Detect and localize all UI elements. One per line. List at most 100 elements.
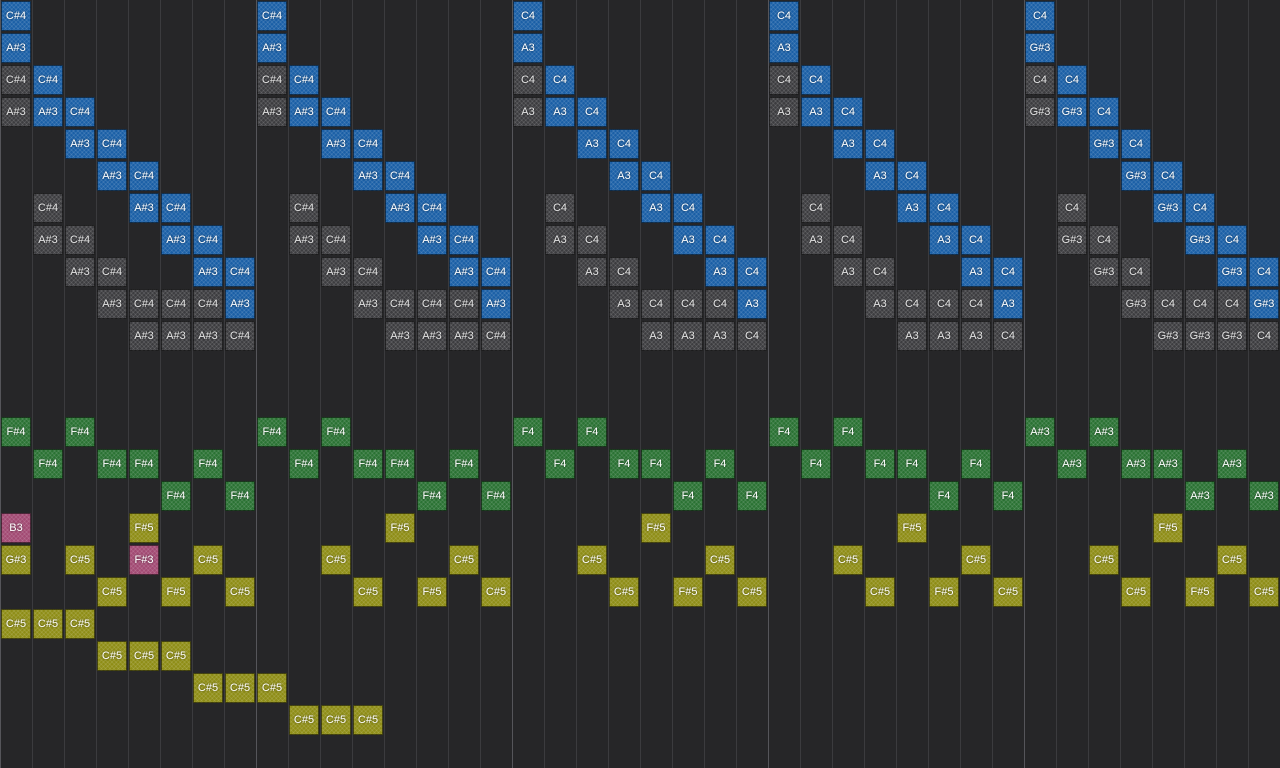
note-block[interactable]: C4	[961, 289, 991, 319]
note-block[interactable]: A#3	[65, 257, 95, 287]
note-block[interactable]: C4	[1185, 193, 1215, 223]
note-block[interactable]: F4	[673, 481, 703, 511]
note-block[interactable]: C#5	[737, 577, 767, 607]
note-block[interactable]: F4	[801, 449, 831, 479]
note-block[interactable]: F#4	[289, 449, 319, 479]
note-block[interactable]: C#5	[1089, 545, 1119, 575]
note-block[interactable]: C4	[897, 289, 927, 319]
note-block[interactable]: C#4	[225, 257, 255, 287]
note-block[interactable]: C#5	[225, 577, 255, 607]
note-block[interactable]: F#5	[929, 577, 959, 607]
note-block[interactable]: C#5	[97, 577, 127, 607]
note-block[interactable]: C4	[769, 1, 799, 31]
note-block[interactable]: F#5	[673, 577, 703, 607]
note-block[interactable]: F#5	[897, 513, 927, 543]
note-block[interactable]: C4	[609, 257, 639, 287]
note-block[interactable]: C#5	[577, 545, 607, 575]
note-block[interactable]: A3	[897, 321, 927, 351]
note-block[interactable]: F#5	[161, 577, 191, 607]
note-block[interactable]: G#3	[1121, 289, 1151, 319]
note-block[interactable]: F#4	[257, 417, 287, 447]
note-block[interactable]: F4	[609, 449, 639, 479]
note-block[interactable]: A3	[897, 193, 927, 223]
note-block[interactable]: A3	[577, 257, 607, 287]
note-block[interactable]: A3	[769, 97, 799, 127]
note-block[interactable]: C4	[705, 225, 735, 255]
note-block[interactable]: F4	[577, 417, 607, 447]
note-block[interactable]: C#5	[1249, 577, 1279, 607]
note-block[interactable]: C4	[1249, 321, 1279, 351]
note-block[interactable]: A3	[641, 321, 671, 351]
note-block[interactable]: C#5	[961, 545, 991, 575]
note-block[interactable]: C#5	[833, 545, 863, 575]
note-block[interactable]: A#3	[353, 289, 383, 319]
note-block[interactable]: A3	[769, 33, 799, 63]
note-block[interactable]: G#3	[1153, 193, 1183, 223]
note-block[interactable]: C4	[1089, 225, 1119, 255]
note-block[interactable]: A#3	[193, 321, 223, 351]
note-block[interactable]: C#5	[993, 577, 1023, 607]
note-block[interactable]: G#3	[1089, 129, 1119, 159]
note-block[interactable]: F#4	[225, 481, 255, 511]
note-block[interactable]: A3	[961, 321, 991, 351]
note-block[interactable]: F#4	[33, 449, 63, 479]
note-block[interactable]: C4	[1121, 129, 1151, 159]
note-block[interactable]: C#5	[353, 705, 383, 735]
note-block[interactable]: C#4	[33, 193, 63, 223]
note-block[interactable]: F#4	[353, 449, 383, 479]
note-block[interactable]: F#4	[65, 417, 95, 447]
note-block[interactable]: A#3	[289, 97, 319, 127]
note-block[interactable]: C#4	[481, 321, 511, 351]
note-block[interactable]: A3	[609, 161, 639, 191]
note-block[interactable]: C#5	[865, 577, 895, 607]
note-block[interactable]: A#3	[193, 257, 223, 287]
note-block[interactable]: A#3	[1249, 481, 1279, 511]
note-block[interactable]: A3	[833, 257, 863, 287]
note-block[interactable]: A#3	[161, 321, 191, 351]
note-block[interactable]: C#4	[65, 97, 95, 127]
note-block[interactable]: F4	[897, 449, 927, 479]
note-block[interactable]: F4	[705, 449, 735, 479]
note-block[interactable]: C#5	[449, 545, 479, 575]
note-block[interactable]: C#4	[161, 289, 191, 319]
note-block[interactable]: F#4	[417, 481, 447, 511]
note-block[interactable]: C4	[577, 225, 607, 255]
note-block[interactable]: F#5	[129, 513, 159, 543]
note-block[interactable]: F4	[961, 449, 991, 479]
note-block[interactable]: F#4	[321, 417, 351, 447]
note-block[interactable]: B3	[1, 513, 31, 543]
note-block[interactable]: A#3	[289, 225, 319, 255]
note-block[interactable]: C#4	[161, 193, 191, 223]
note-block[interactable]: C#5	[1121, 577, 1151, 607]
note-block[interactable]: C#4	[385, 161, 415, 191]
note-block[interactable]: A3	[577, 129, 607, 159]
note-block[interactable]: A#3	[449, 321, 479, 351]
note-block[interactable]: A3	[993, 289, 1023, 319]
note-block[interactable]: F4	[993, 481, 1023, 511]
note-block[interactable]: A3	[737, 289, 767, 319]
note-block[interactable]: A#3	[417, 225, 447, 255]
note-block[interactable]: C#5	[481, 577, 511, 607]
note-block[interactable]: C4	[1153, 289, 1183, 319]
note-block[interactable]: A3	[833, 129, 863, 159]
note-block[interactable]: C4	[641, 161, 671, 191]
note-block[interactable]: A#3	[1153, 449, 1183, 479]
note-block[interactable]: C4	[737, 321, 767, 351]
note-block[interactable]: F4	[833, 417, 863, 447]
note-block[interactable]: A#3	[257, 33, 287, 63]
note-block[interactable]: C4	[865, 129, 895, 159]
note-block[interactable]: F#5	[641, 513, 671, 543]
note-block[interactable]: C#4	[193, 225, 223, 255]
note-block[interactable]: A3	[673, 321, 703, 351]
note-block[interactable]: C#5	[321, 705, 351, 735]
note-block[interactable]: F#4	[129, 449, 159, 479]
note-block[interactable]: A3	[545, 225, 575, 255]
note-block[interactable]: C#5	[1217, 545, 1247, 575]
note-block[interactable]: C4	[609, 129, 639, 159]
note-block[interactable]: C4	[833, 225, 863, 255]
note-block[interactable]: A3	[545, 97, 575, 127]
note-block[interactable]: A#3	[417, 321, 447, 351]
note-block[interactable]: C#4	[353, 129, 383, 159]
note-block[interactable]: G#3	[1025, 33, 1055, 63]
note-block[interactable]: A3	[513, 33, 543, 63]
